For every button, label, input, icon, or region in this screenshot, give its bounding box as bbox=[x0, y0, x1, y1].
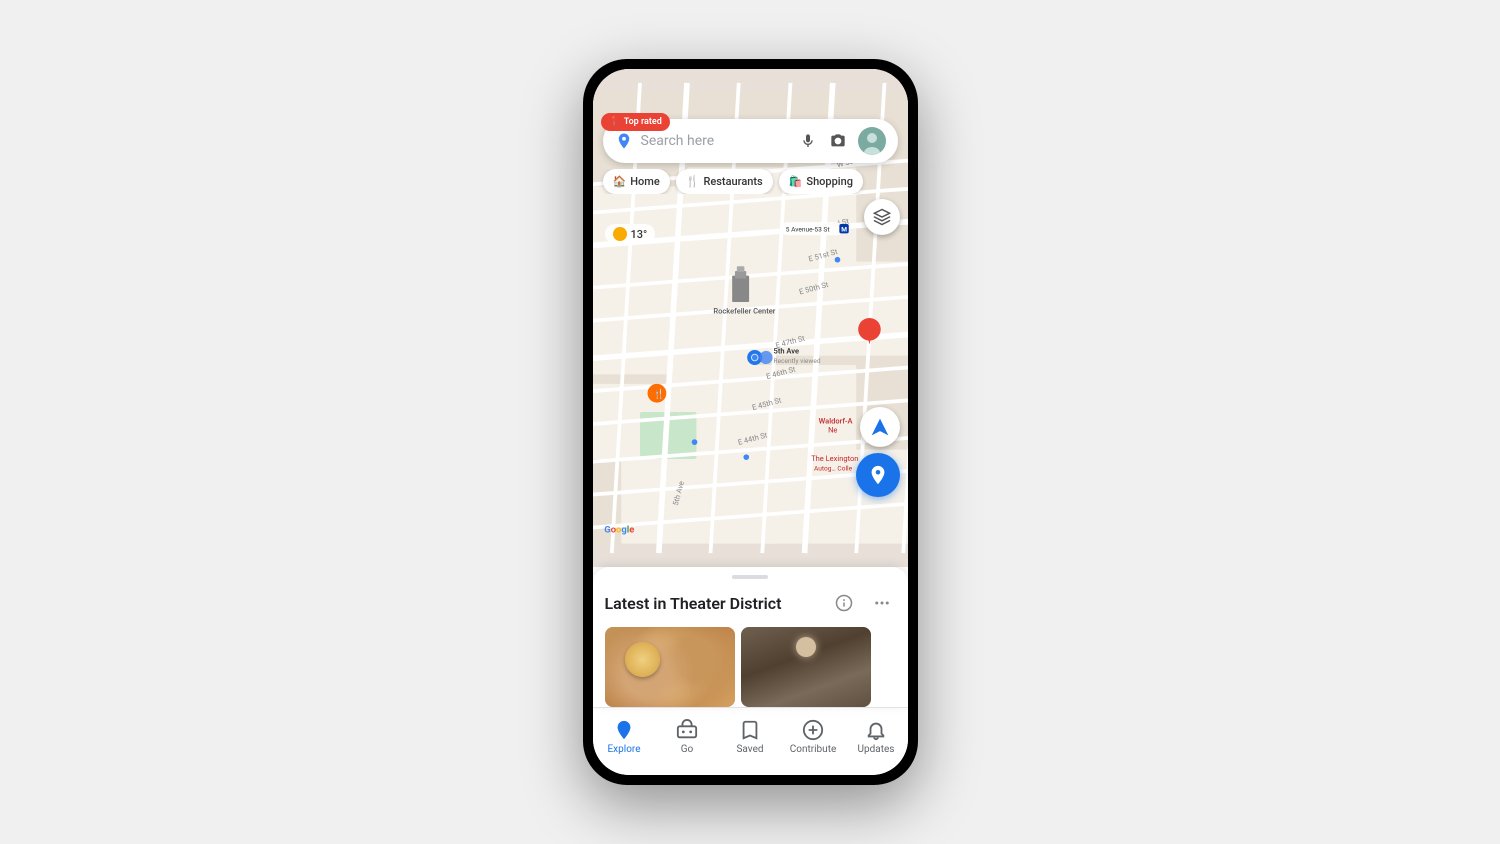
map-container[interactable]: W 55th St E 52nd St E 51st St E 50th St … bbox=[593, 69, 908, 567]
explore-label: Explore bbox=[608, 744, 641, 755]
go-icon bbox=[675, 718, 699, 742]
updates-label: Updates bbox=[858, 744, 895, 755]
contribute-label: Contribute bbox=[790, 744, 837, 755]
user-avatar[interactable] bbox=[858, 127, 886, 155]
search-action-icons bbox=[798, 127, 886, 155]
chip-shopping[interactable]: 🛍️ Shopping bbox=[779, 169, 863, 194]
nav-item-go[interactable]: Go bbox=[656, 714, 719, 759]
phone-frame: W 55th St E 52nd St E 51st St E 50th St … bbox=[583, 59, 918, 785]
restaurants-chip-icon: 🍴 bbox=[686, 175, 700, 188]
svg-text:Rockefeller Center: Rockefeller Center bbox=[713, 306, 775, 315]
updates-icon bbox=[864, 718, 888, 742]
nav-item-saved[interactable]: Saved bbox=[719, 714, 782, 759]
phone-screen: W 55th St E 52nd St E 51st St E 50th St … bbox=[593, 69, 908, 775]
drag-handle[interactable] bbox=[732, 575, 768, 579]
contribute-icon bbox=[801, 718, 825, 742]
maps-pin-icon bbox=[615, 132, 633, 150]
svg-text:Waldorf-A: Waldorf-A bbox=[818, 416, 852, 425]
weather-badge: 13° bbox=[605, 224, 656, 244]
voice-search-button[interactable] bbox=[798, 131, 818, 151]
bottom-panel: Latest in Theater District bbox=[593, 567, 908, 707]
shopping-chip-icon: 🛍️ bbox=[789, 175, 803, 188]
shopping-chip-label: Shopping bbox=[806, 175, 853, 188]
sun-icon bbox=[613, 227, 627, 241]
saved-label: Saved bbox=[736, 744, 763, 755]
svg-text:Autog… Colle: Autog… Colle bbox=[813, 464, 852, 472]
photo-row bbox=[605, 627, 896, 707]
bottom-nav: Explore Go bbox=[593, 707, 908, 775]
more-options-button[interactable] bbox=[868, 589, 896, 617]
restaurants-chip-label: Restaurants bbox=[703, 175, 762, 188]
svg-text:🍴: 🍴 bbox=[653, 388, 665, 400]
svg-text:M: M bbox=[841, 225, 847, 233]
explore-icon bbox=[612, 718, 636, 742]
home-chip-label: Home bbox=[630, 175, 660, 188]
promo-text: Top rated bbox=[624, 117, 662, 127]
photo-thumb-food[interactable] bbox=[605, 627, 735, 707]
category-chips: 🏠 Home 🍴 Restaurants 🛍️ Shopping bbox=[593, 169, 908, 194]
svg-text:5th Ave: 5th Ave bbox=[773, 347, 798, 356]
home-chip-icon: 🏠 bbox=[613, 175, 627, 188]
map-layers-button[interactable] bbox=[864, 199, 900, 235]
promo-badge: 📍 Top rated bbox=[601, 113, 670, 131]
svg-text:5 Avenue-53 St: 5 Avenue-53 St bbox=[785, 225, 829, 233]
nav-item-explore[interactable]: Explore bbox=[593, 714, 656, 759]
svg-text:The Lexington: The Lexington bbox=[811, 454, 858, 463]
nav-item-contribute[interactable]: Contribute bbox=[782, 714, 845, 759]
chip-home[interactable]: 🏠 Home bbox=[603, 169, 670, 194]
photo-thumb-interior[interactable] bbox=[741, 627, 871, 707]
go-label: Go bbox=[681, 744, 694, 755]
panel-title: Latest in Theater District bbox=[605, 594, 782, 613]
svg-text:Google: Google bbox=[604, 524, 634, 535]
svg-text:Recently viewed: Recently viewed bbox=[773, 357, 820, 365]
chip-restaurants[interactable]: 🍴 Restaurants bbox=[676, 169, 773, 194]
panel-actions bbox=[830, 589, 896, 617]
saved-icon bbox=[738, 718, 762, 742]
info-button[interactable] bbox=[830, 589, 858, 617]
navigate-button[interactable] bbox=[856, 453, 900, 497]
svg-text:Ne: Ne bbox=[828, 426, 837, 435]
temperature: 13° bbox=[631, 228, 648, 241]
panel-header: Latest in Theater District bbox=[605, 589, 896, 617]
my-location-button[interactable] bbox=[860, 407, 900, 447]
search-placeholder[interactable]: Search here bbox=[641, 133, 790, 149]
camera-search-button[interactable] bbox=[828, 131, 848, 151]
nav-item-updates[interactable]: Updates bbox=[845, 714, 908, 759]
